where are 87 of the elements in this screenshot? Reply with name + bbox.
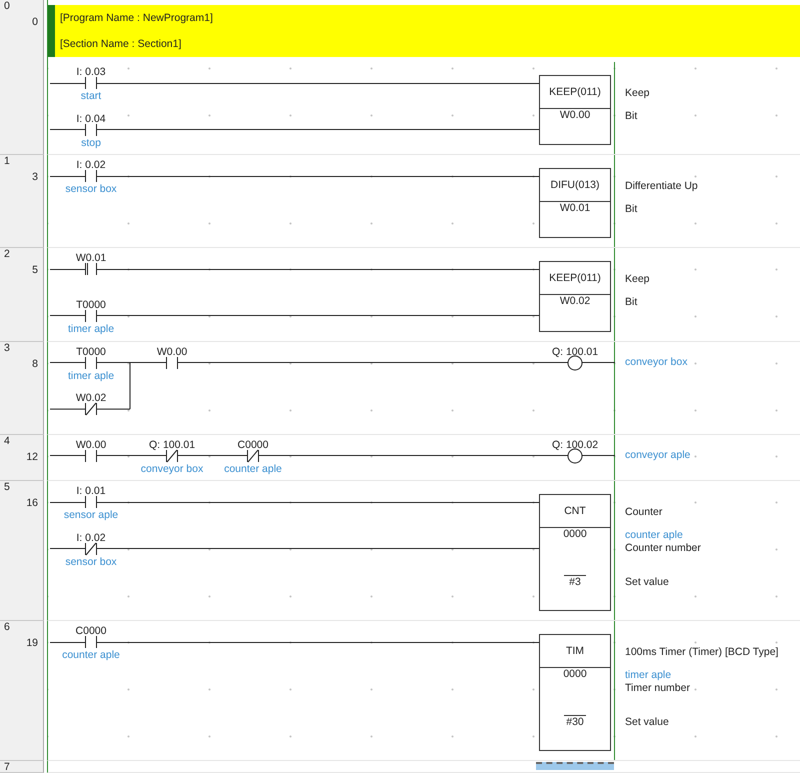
rung-number: 6 [4,621,10,634]
contact-icon[interactable] [165,356,179,370]
contact-address: I: 0.02 [75,159,107,172]
step-number: 12 [26,450,38,463]
header-text: [Section Name : Section1] [60,38,182,50]
contact-address: T0000 [75,298,107,311]
operand-value: 0000 [562,528,588,540]
contact-comment: sensor aple [62,509,120,522]
contact-address: W0.00 [74,438,108,451]
coil-comment: conveyor aple [625,448,690,461]
contact-icon[interactable] [84,262,98,276]
contact-icon[interactable] [84,402,98,416]
operand-value: #30 [564,714,586,728]
operand-comment: timer aple [625,669,672,682]
contact-address: I: 0.03 [75,66,107,78]
contact-address: W0.01 [74,252,108,264]
contact-icon[interactable] [84,635,98,650]
step-number: 19 [26,637,38,650]
rung-number: 1 [4,155,10,168]
contact-address: C0000 [236,438,270,451]
coil-icon[interactable] [567,354,583,371]
contact-icon[interactable] [246,448,260,463]
coil-comment: conveyor box [625,356,688,368]
coil-address: Q: 100.01 [550,346,600,358]
contact-icon[interactable] [84,122,98,137]
contact-comment: sensor box [64,183,118,196]
rung-number: 2 [4,248,10,260]
contact-comment: conveyor box [140,462,204,475]
contact-comment: counter aple [223,462,283,475]
contact-address: C0000 [74,625,108,638]
rung-number: 4 [4,434,10,447]
step-number: 3 [32,171,38,184]
step-number: 5 [32,264,38,276]
instruction-description: Keep [625,87,650,99]
instruction-mnemonic: DIFU(013) [540,169,610,202]
operand-description: Bit [625,296,638,308]
step-number: 0 [32,16,38,28]
operand-value: W0.00 [558,109,592,121]
operand-value: W0.01 [558,202,592,214]
instruction-mnemonic: TIM [540,635,610,668]
contact-address: I: 0.04 [75,112,107,125]
contact-address: T0000 [75,346,107,358]
rung-number: 0 [4,0,10,12]
contact-comment: timer aple [66,322,116,335]
contact-comment: stop [80,136,102,149]
step-number: 16 [26,497,38,510]
rung-number: 7 [4,760,10,773]
contact-address: I: 0.02 [75,532,107,544]
operand-value: #3 [564,574,586,588]
operand-description: Set value [625,716,669,728]
operand-description: Counter number [625,542,701,554]
contact-icon[interactable] [165,448,179,463]
operand-value: W0.02 [558,295,592,308]
contact-icon[interactable] [84,448,98,463]
contact-address: I: 0.01 [75,485,107,498]
contact-comment: counter aple [61,649,121,662]
contact-address: W0.00 [156,346,188,358]
operand-description: Set value [625,576,669,588]
rung-number: 5 [4,481,10,494]
instruction-mnemonic: KEEP(011) [540,76,610,109]
operand-description: Timer number [625,682,690,694]
header-text: [Program Name : NewProgram1] [60,12,214,24]
operand-comment: counter aple [625,529,683,542]
operand-description: Bit [625,110,638,122]
contact-comment: sensor box [64,556,118,568]
contact-icon[interactable] [84,542,98,556]
coil-address: Q: 100.02 [550,438,600,451]
contact-icon[interactable] [84,495,98,510]
contact-icon[interactable] [84,356,98,370]
step-number: 8 [32,358,38,370]
contact-address: Q: 100.01 [148,438,196,451]
instruction-description: Differentiate Up [625,180,698,192]
rung-number: 3 [4,342,10,354]
instruction-description: Counter [625,506,662,518]
contact-comment: timer aple [66,370,116,382]
instruction-description: 100ms Timer (Timer) [BCD Type] [625,646,778,658]
operand-description: Bit [625,203,638,216]
instruction-mnemonic: KEEP(011) [540,262,610,296]
coil-icon[interactable] [567,448,583,464]
contact-address: W0.02 [74,392,108,404]
contact-icon[interactable] [84,308,98,323]
contact-icon[interactable] [84,76,98,90]
instruction-description: Keep [625,273,650,286]
contact-icon[interactable] [84,169,98,184]
contact-comment: start [80,90,102,102]
operand-value: 0000 [562,668,588,680]
instruction-mnemonic: CNT [540,495,610,528]
